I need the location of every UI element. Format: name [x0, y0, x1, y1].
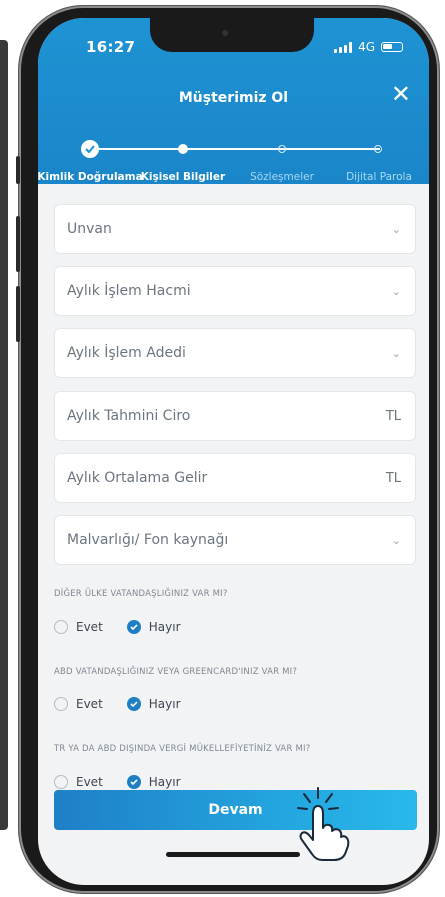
- aylik-islem-hacmi-select[interactable]: Aylık İşlem Hacmi ⌄: [54, 266, 416, 316]
- step-label-sozlesmeler: Sözleşmeler: [250, 171, 314, 183]
- tap-hand-icon: [297, 787, 350, 861]
- radio-option-evet[interactable]: Evet: [54, 697, 103, 711]
- step-label-dijital-parola: Dijital Parola: [346, 171, 412, 183]
- currency-suffix: TL: [385, 470, 401, 486]
- chevron-down-icon: ⌄: [391, 284, 401, 298]
- status-indicators: 4G: [334, 40, 403, 54]
- app-screen: 16:27 4G Müşterimiz Ol ✕ Kimlik Doğrulam…: [38, 18, 429, 885]
- stepper-track: [90, 148, 380, 150]
- aylik-islem-adedi-select[interactable]: Aylık İşlem Adedi ⌄: [54, 328, 416, 378]
- devam-button[interactable]: Devam: [54, 790, 417, 830]
- radio-option-hayir[interactable]: Hayır: [126, 775, 181, 789]
- radio-option-hayir[interactable]: Hayır: [126, 620, 181, 634]
- aylik-tahmini-ciro-input[interactable]: Aylık Tahmini Ciro TL: [54, 391, 416, 441]
- radio-option-hayir[interactable]: Hayır: [126, 697, 181, 711]
- chevron-down-icon: ⌄: [391, 533, 401, 547]
- field-label: Aylık İşlem Adedi: [67, 345, 186, 361]
- chevron-down-icon: ⌄: [391, 222, 401, 236]
- step-label-kisisel: Kişisel Bilgiler: [140, 171, 226, 183]
- radio-option-evet[interactable]: Evet: [54, 775, 103, 789]
- battery-icon: [381, 42, 403, 52]
- radio-group-tax-liability: Evet Hayır: [54, 775, 205, 789]
- unvan-select[interactable]: Unvan ⌄: [54, 204, 416, 254]
- network-type: 4G: [358, 40, 375, 54]
- currency-suffix: TL: [385, 408, 401, 424]
- volume-up-button: [16, 216, 20, 272]
- field-label: Malvarlığı/ Fon kaynağı: [67, 532, 229, 548]
- radio-option-evet[interactable]: Evet: [54, 620, 103, 634]
- radio-label: Hayır: [148, 775, 181, 789]
- status-time: 16:27: [86, 38, 136, 56]
- field-label: Aylık Ortalama Gelir: [67, 470, 208, 486]
- page-title: Müşterimiz Ol: [178, 90, 289, 106]
- radio-label: Evet: [76, 697, 103, 711]
- step-current-dot: [178, 144, 188, 154]
- radio-label: Hayır: [148, 697, 181, 711]
- field-label: Unvan: [67, 221, 112, 237]
- radio-unchecked-icon: [54, 775, 68, 789]
- radio-label: Evet: [76, 620, 103, 634]
- signal-icon: [334, 41, 353, 53]
- form-content: Unvan ⌄ Aylık İşlem Hacmi ⌄ Aylık İşlem …: [38, 184, 429, 885]
- aylik-ortalama-gelir-input[interactable]: Aylık Ortalama Gelir TL: [54, 453, 416, 503]
- step-label-kimlik: Kimlik Doğrulama: [38, 171, 143, 183]
- field-label: Aylık İşlem Hacmi: [67, 283, 191, 299]
- field-label: Aylık Tahmini Ciro: [67, 408, 191, 424]
- radio-unchecked-icon: [54, 620, 68, 634]
- malvarligi-fon-kaynagi-select[interactable]: Malvarlığı/ Fon kaynağı ⌄: [54, 515, 416, 565]
- app-header: 16:27 4G Müşterimiz Ol ✕ Kimlik Doğrulam…: [38, 18, 429, 184]
- step-pending-dot: [278, 145, 286, 153]
- volume-down-button: [16, 286, 20, 342]
- radio-checked-icon: [126, 620, 141, 634]
- question-us-citizenship: ABD VATANDAŞLIĞINIZ VEYA GREENCARD'INIZ …: [54, 667, 298, 677]
- home-indicator: [166, 852, 300, 857]
- radio-group-us-citizenship: Evet Hayır: [54, 697, 205, 711]
- adjacent-device-edge: [0, 40, 8, 830]
- radio-unchecked-icon: [54, 697, 68, 711]
- mute-switch: [16, 156, 20, 184]
- chevron-down-icon: ⌄: [391, 346, 401, 360]
- question-tax-liability: TR YA DA ABD DIŞINDA VERGİ MÜKELLEFİYETİ…: [54, 744, 311, 754]
- phone-notch: [150, 18, 314, 52]
- step-done-check-icon: [81, 140, 99, 158]
- question-other-citizenship: DİĞER ÜLKE VATANDAŞLIĞINIZ VAR MI?: [54, 589, 228, 599]
- radio-label: Hayır: [148, 620, 181, 634]
- radio-group-other-citizenship: Evet Hayır: [54, 620, 205, 634]
- close-icon[interactable]: ✕: [391, 82, 411, 106]
- radio-label: Evet: [76, 775, 103, 789]
- radio-checked-icon: [126, 697, 141, 711]
- radio-checked-icon: [126, 775, 141, 789]
- step-pending-dot: [374, 145, 382, 153]
